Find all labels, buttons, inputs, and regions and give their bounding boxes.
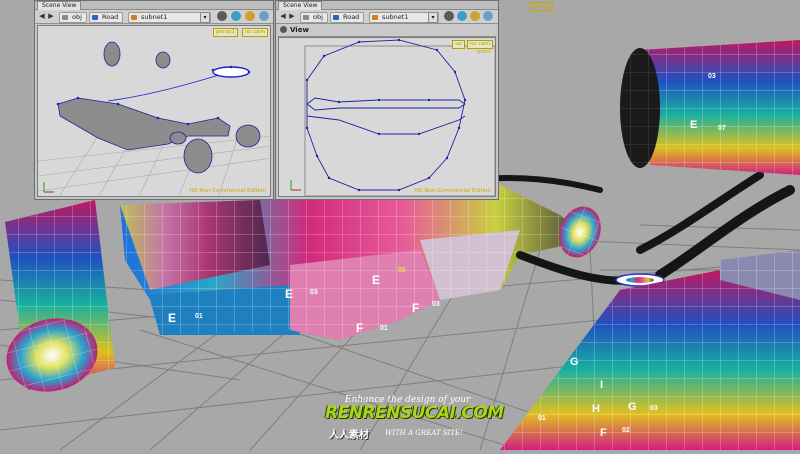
component-mode-label: point	[476, 49, 491, 55]
camera-menu-nocam[interactable]: no cam	[466, 40, 493, 49]
uv-label: I	[600, 379, 603, 391]
pin-icon[interactable]	[217, 11, 227, 21]
uv-label: 07	[718, 125, 726, 132]
uv-label: E	[168, 311, 176, 325]
uv-label: 01	[380, 325, 388, 332]
geometry-icon	[92, 15, 98, 20]
uv-label: G	[628, 401, 637, 413]
folder-icon	[303, 15, 309, 20]
site-watermark: Enhance the design of your RENRENSUCAI.C…	[325, 395, 504, 445]
uv-label: F	[600, 427, 607, 439]
display-icon[interactable]	[231, 11, 241, 21]
path-bar: ◀ ▶ obj Road subnet1 ▾	[35, 10, 273, 24]
pin-icon[interactable]	[444, 11, 454, 21]
breadcrumb-obj[interactable]: obj	[59, 12, 87, 23]
subnet-icon	[131, 15, 137, 20]
uv-label: E	[690, 119, 697, 131]
uv-label: 05	[398, 267, 406, 274]
uv-label: F	[356, 321, 363, 335]
uv-label: E	[372, 273, 380, 287]
uv-label: 01	[195, 313, 203, 320]
uv-label: G	[570, 356, 579, 368]
left-cylinder-mesh	[5, 200, 115, 392]
watermark-brand: RENRENSUCAI.COM	[325, 403, 504, 423]
help-icon[interactable]	[483, 11, 493, 21]
geometry-icon	[333, 15, 339, 20]
edition-label: HD Non-Commercial Edition	[414, 188, 491, 194]
view-title: View	[290, 26, 309, 34]
scene-viewport-left[interactable]: persp1 no cam HD Non-Commercial Edition	[37, 25, 273, 199]
camera-menu-persp[interactable]: persp1	[213, 28, 238, 37]
view-menu-icon[interactable]	[280, 26, 287, 33]
uv-label: E	[285, 287, 293, 301]
tab-scene-view[interactable]: Scene View	[37, 1, 82, 10]
forward-arrow-icon[interactable]: ▶	[288, 12, 296, 20]
forward-arrow-icon[interactable]: ▶	[47, 12, 55, 20]
camera-menu-uv[interactable]: uv	[452, 40, 465, 49]
back-arrow-icon[interactable]: ◀	[38, 12, 46, 20]
tab-scene-view[interactable]: Scene View	[278, 1, 323, 10]
display-icon[interactable]	[457, 11, 467, 21]
right-cylinder-mesh	[620, 40, 800, 175]
scene-view-pane-right: Scene View ◀ ▶ obj Road subnet1 ▾ View u…	[275, 0, 499, 200]
scene-view-pane-left: Scene View ◀ ▶ obj Road subnet1 ▾ persp1…	[34, 0, 274, 200]
uv-label: 03	[650, 405, 658, 412]
uv-view-drawing	[290, 38, 496, 197]
watermark-tagline-bottom: WITH A GREAT SITE!	[385, 429, 463, 437]
uv-label: 03	[310, 289, 318, 296]
camera-menu-nocam[interactable]: no cam	[241, 28, 268, 37]
network-view-drawing	[37, 41, 273, 199]
uv-label: H	[592, 403, 600, 415]
subnet-icon	[372, 15, 378, 20]
breadcrumb-road[interactable]: Road	[89, 12, 124, 23]
path-bar: ◀ ▶ obj Road subnet1 ▾	[276, 10, 498, 24]
uv-viewport[interactable]: uv no cam point HD Non-Commercial Editio…	[278, 37, 496, 197]
uv-label: 03	[432, 301, 440, 308]
snapshot-icon[interactable]	[470, 11, 480, 21]
snapshot-icon[interactable]	[245, 11, 255, 21]
uv-label: 01	[538, 415, 546, 422]
watermark-chinese: 人人素材	[329, 430, 369, 441]
edition-label: HD Non-Commercial Edition	[189, 188, 266, 194]
persp-camera-menu[interactable]: persp	[530, 2, 553, 11]
tab-bar: Scene View	[276, 1, 498, 10]
breadcrumb-subnet[interactable]: subnet1	[128, 12, 211, 23]
breadcrumb-obj[interactable]: obj	[300, 12, 328, 23]
breadcrumb-road[interactable]: Road	[330, 12, 365, 23]
help-icon[interactable]	[259, 11, 269, 21]
back-arrow-icon[interactable]: ◀	[279, 12, 287, 20]
path-dropdown[interactable]: ▾	[200, 12, 210, 23]
view-header: View	[278, 24, 496, 37]
uv-label: F	[412, 301, 419, 315]
tab-bar: Scene View	[35, 1, 273, 10]
uv-label: 03	[708, 73, 716, 80]
folder-icon	[62, 15, 68, 20]
path-dropdown[interactable]: ▾	[428, 12, 438, 23]
uv-label: 02	[622, 427, 630, 434]
